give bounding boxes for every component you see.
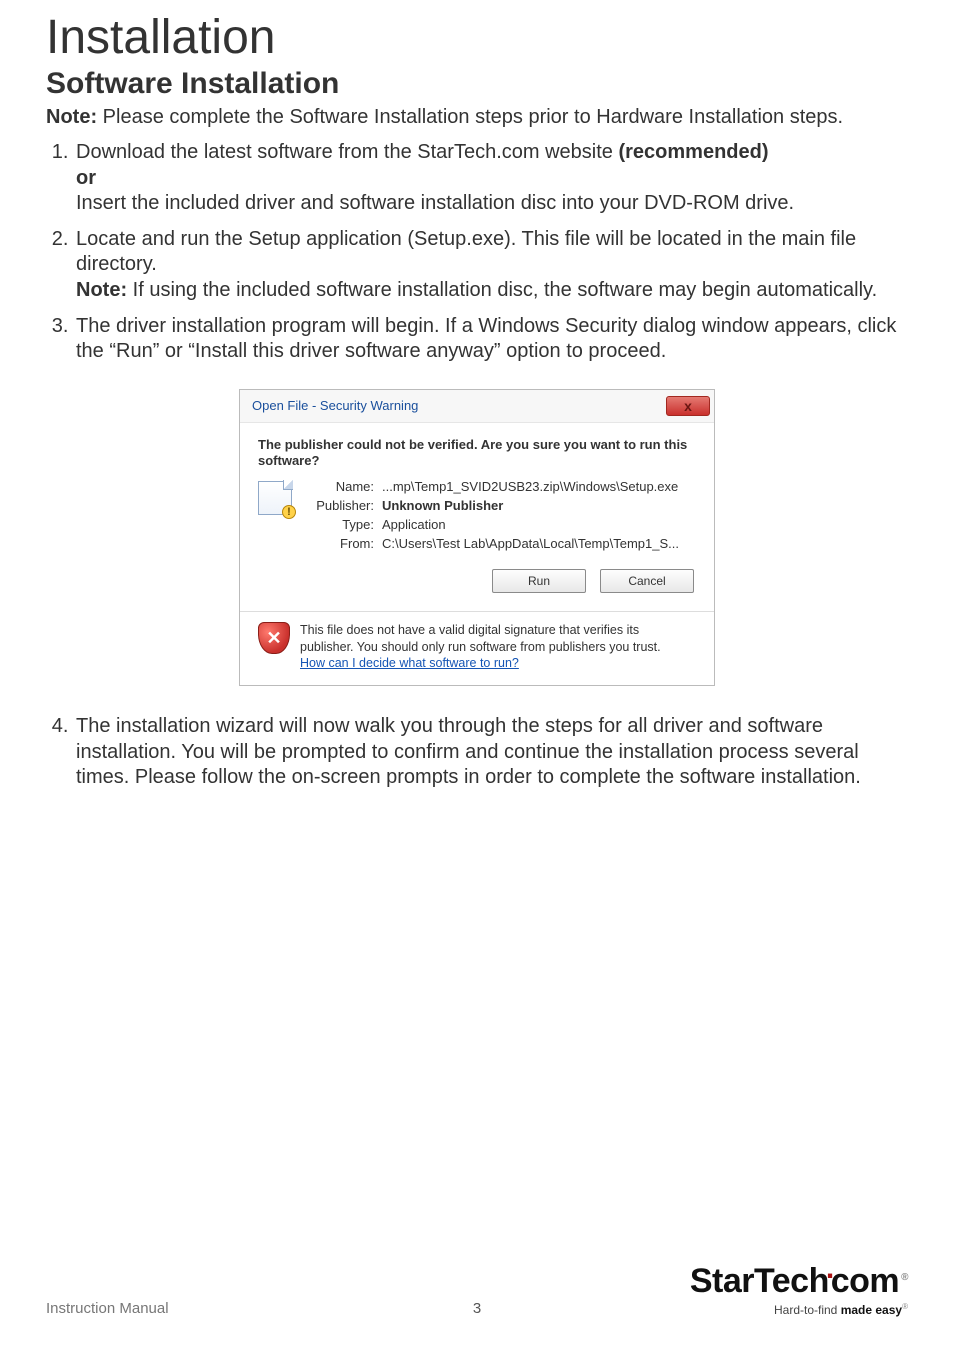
step-1: Download the latest software from the St… [74, 140, 908, 217]
close-button[interactable]: x [666, 396, 710, 416]
brand-logo: StarTech.com® [690, 1263, 908, 1300]
step-2: Locate and run the Setup application (Se… [74, 227, 908, 304]
brand-text-com: com [831, 1262, 899, 1300]
heading-installation: Installation [46, 10, 908, 65]
cancel-button[interactable]: Cancel [600, 569, 694, 593]
install-steps-list: Download the latest software from the St… [46, 140, 908, 365]
dialog-title-text: Open File - Security Warning [252, 398, 418, 413]
value-publisher: Unknown Publisher [382, 498, 679, 513]
run-button[interactable]: Run [492, 569, 586, 593]
brand-dot-icon: . [826, 1252, 834, 1285]
heading-software-installation: Software Installation [46, 67, 908, 101]
intro-note: Note: Please complete the Software Insta… [46, 105, 908, 130]
dialog-question: The publisher could not be verified. Are… [258, 437, 696, 470]
dialog-footer-line: This file does not have a valid digital … [300, 623, 661, 653]
label-name: Name: [302, 479, 374, 494]
step-4: The installation wizard will now walk yo… [74, 714, 908, 791]
security-dialog-wrap: Open File - Security Warning x The publi… [46, 389, 908, 686]
page-number: 3 [46, 1300, 908, 1317]
note-label: Note: [76, 279, 127, 301]
dialog-footer-text: This file does not have a valid digital … [300, 622, 696, 671]
step-1-recommended: (recommended) [618, 141, 768, 163]
value-from: C:\Users\Test Lab\AppData\Local\Temp\Tem… [382, 536, 679, 551]
step-1-text-b: Insert the included driver and software … [76, 192, 794, 214]
step-4-text: The installation wizard will now walk yo… [76, 715, 861, 788]
security-dialog: Open File - Security Warning x The publi… [239, 389, 715, 686]
step-3: The driver installation program will beg… [74, 314, 908, 365]
shield-x-icon: ✕ [258, 622, 290, 654]
value-name: ...mp\Temp1_SVID2USB23.zip\Windows\Setup… [382, 479, 679, 494]
label-publisher: Publisher: [302, 498, 374, 513]
value-type: Application [382, 517, 679, 532]
page-footer: Instruction Manual 3 StarTech.com® Hard-… [46, 1263, 908, 1317]
dialog-help-link[interactable]: How can I decide what software to run? [300, 656, 519, 670]
file-info-grid: Name: ...mp\Temp1_SVID2USB23.zip\Windows… [302, 479, 679, 551]
step-1-or: or [76, 167, 96, 189]
note-label: Note: [46, 106, 97, 128]
label-type: Type: [302, 517, 374, 532]
install-steps-list-cont: The installation wizard will now walk yo… [46, 714, 908, 791]
step-3-text: The driver installation program will beg… [76, 315, 896, 363]
step-2-note-text: If using the included software installat… [127, 279, 877, 301]
label-from: From: [302, 536, 374, 551]
intro-note-text: Please complete the Software Installatio… [97, 106, 843, 128]
step-2-text-a: Locate and run the Setup application (Se… [76, 228, 856, 276]
brand-text-main: StarTech [690, 1262, 829, 1300]
dialog-titlebar: Open File - Security Warning x [240, 390, 714, 422]
file-warning-icon: ! [258, 481, 292, 515]
registered-icon: ® [901, 1272, 908, 1283]
close-icon: x [684, 399, 692, 413]
step-1-text-a: Download the latest software from the St… [76, 141, 618, 163]
